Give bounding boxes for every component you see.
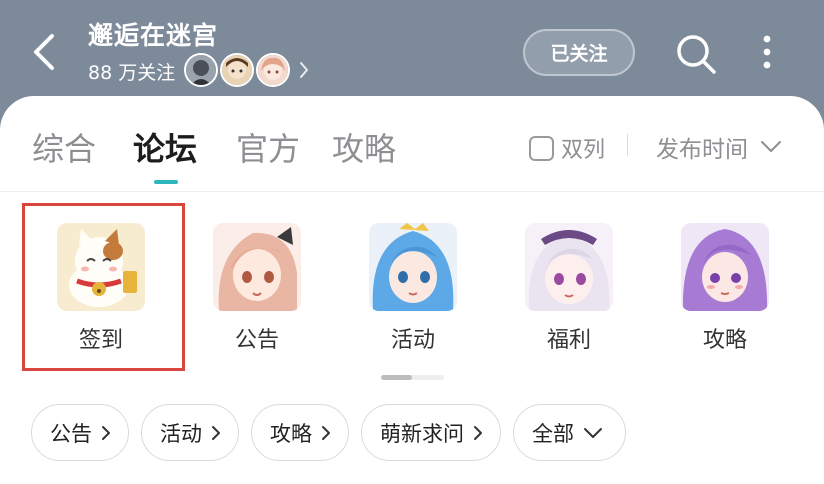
more-options-icon[interactable] — [756, 34, 778, 74]
entry-label: 福利 — [546, 328, 591, 353]
pink-hair-girl-icon — [213, 223, 301, 311]
entry-label: 攻略 — [702, 328, 747, 353]
white-hair-maid-icon — [525, 223, 613, 311]
chevron-right-icon[interactable] — [298, 60, 310, 84]
avatar — [256, 53, 290, 87]
avatar — [184, 53, 218, 87]
dual-column-label: 双列 — [561, 138, 606, 163]
tab-forum[interactable]: 论坛 — [133, 124, 197, 170]
tab-guides[interactable]: 攻略 — [332, 124, 396, 170]
chip-events[interactable]: 活动 — [141, 404, 239, 461]
avatar — [220, 53, 254, 87]
game-title: 邂逅在迷宫 — [88, 21, 219, 50]
tab-bar: 综合 论坛 官方 攻略 双列 发布时间 — [0, 96, 824, 192]
chip-label: 活动 — [160, 421, 202, 446]
carousel-scroll-thumb — [381, 375, 412, 380]
chevron-right-icon — [212, 425, 220, 440]
tab-official[interactable]: 官方 — [236, 124, 300, 170]
dual-column-checkbox[interactable] — [529, 135, 554, 161]
blue-hair-girl-icon — [369, 223, 457, 311]
search-icon[interactable] — [674, 32, 718, 80]
sort-dropdown[interactable]: 发布时间 — [656, 130, 782, 164]
entry-label: 公告 — [234, 328, 279, 353]
following-button[interactable]: 已关注 — [523, 29, 635, 76]
chip-label: 公告 — [50, 421, 92, 446]
chevron-right-icon — [322, 425, 330, 440]
follower-avatars[interactable] — [184, 53, 292, 87]
tab-overview[interactable]: 综合 — [32, 124, 96, 170]
chevron-right-icon — [474, 425, 482, 440]
entry-checkin[interactable]: 签到 — [56, 223, 146, 354]
chip-label: 萌新求问 — [380, 421, 464, 446]
back-arrow-icon[interactable] — [28, 30, 60, 74]
entry-label: 活动 — [390, 328, 435, 353]
sort-label: 发布时间 — [656, 137, 748, 163]
follower-count: 88 万关注 — [88, 62, 176, 84]
active-tab-indicator — [154, 180, 178, 184]
chip-newbie-questions[interactable]: 萌新求问 — [361, 404, 501, 461]
lucky-cat-icon — [57, 223, 145, 311]
entry-announcement[interactable]: 公告 — [212, 223, 302, 354]
divider — [627, 134, 628, 156]
game-header: 邂逅在迷宫 88 万关注 已关注 — [0, 0, 824, 100]
chip-announcement[interactable]: 公告 — [31, 404, 129, 461]
chevron-down-icon — [584, 427, 602, 438]
chip-all[interactable]: 全部 — [513, 404, 626, 461]
content-panel: 综合 论坛 官方 攻略 双列 发布时间 签到 公告 活动 福利 攻略 公告 活动… — [0, 96, 824, 484]
entry-label: 签到 — [78, 328, 123, 353]
dual-column-toggle[interactable]: 双列 — [529, 132, 605, 164]
chip-guides[interactable]: 攻略 — [251, 404, 349, 461]
entry-benefits[interactable]: 福利 — [524, 223, 614, 354]
entry-events[interactable]: 活动 — [368, 223, 458, 354]
chevron-down-icon — [761, 141, 781, 152]
entry-guides[interactable]: 攻略 — [680, 223, 770, 354]
chip-label: 全部 — [532, 421, 574, 446]
category-chips: 公告 活动 攻略 萌新求问 全部 — [31, 404, 638, 461]
purple-hair-girl-icon — [681, 223, 769, 311]
chip-label: 攻略 — [270, 421, 312, 446]
chevron-right-icon — [102, 425, 110, 440]
carousel-scrollbar — [381, 375, 444, 380]
